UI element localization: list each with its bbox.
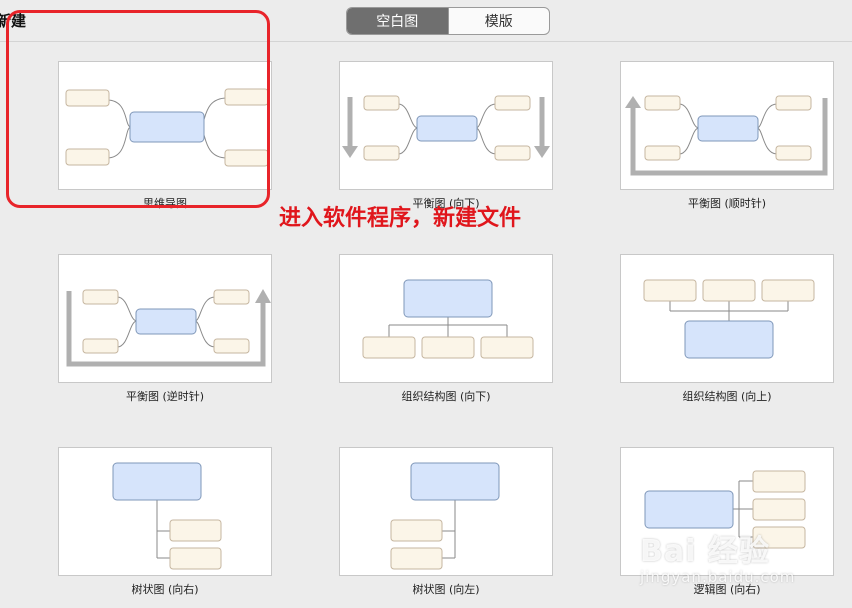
watermark-url: jingyan.baidu.com: [640, 568, 796, 586]
template-tree-right[interactable]: 树状图 (向右): [58, 447, 272, 597]
template-balance-clockwise[interactable]: 平衡图 (顺时针): [620, 61, 834, 211]
highlight-box: [6, 10, 270, 208]
template-balance-counterclockwise[interactable]: 平衡图 (逆时针): [58, 254, 272, 404]
template-thumbnail: [339, 447, 553, 576]
template-thumbnail: [339, 61, 553, 190]
template-thumbnail: [339, 254, 553, 383]
template-tree-left[interactable]: 树状图 (向左): [339, 447, 553, 597]
template-label: 树状图 (向右): [131, 583, 199, 596]
annotation-text: 进入软件程序，新建文件: [279, 206, 522, 231]
mode-segmented-control: 空白图 模版: [346, 7, 550, 35]
template-thumbnail: [620, 254, 834, 383]
template-label: 平衡图 (逆时针): [125, 390, 205, 403]
baidu-jingyan-watermark: Bai 经验 jingyan.baidu.com: [640, 526, 840, 602]
template-org-chart-down[interactable]: 组织结构图 (向下): [339, 254, 553, 404]
template-thumbnail: [58, 447, 272, 576]
template-label: 组织结构图 (向上): [682, 390, 772, 403]
tab-templates[interactable]: 模版: [447, 8, 550, 34]
template-label: 树状图 (向左): [412, 583, 480, 596]
template-thumbnail: [620, 61, 834, 190]
template-balance-down[interactable]: 平衡图 (向下): [339, 61, 553, 211]
template-thumbnail: [58, 254, 272, 383]
watermark-logo: Bai 经验: [640, 534, 770, 569]
template-label: 组织结构图 (向下): [401, 390, 491, 403]
template-org-chart-up[interactable]: 组织结构图 (向上): [620, 254, 834, 404]
template-label: 平衡图 (顺时针): [687, 197, 767, 210]
tab-blank-map[interactable]: 空白图: [347, 8, 448, 34]
